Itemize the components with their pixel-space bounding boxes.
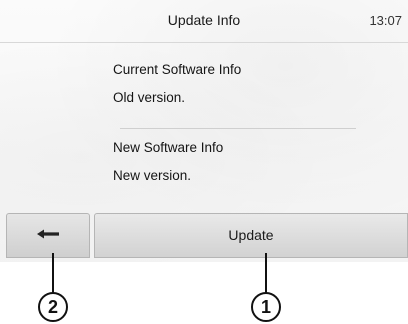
back-arrow-icon [37,229,59,239]
stage: Update Info 13:07 Current Software Info … [0,0,408,324]
page-title: Update Info [167,12,241,28]
current-software-version: Old version. [113,90,186,105]
bottom-bar: Update [0,211,408,262]
callout-1-marker: 1 [251,292,281,322]
current-software-heading: Current Software Info [113,62,242,77]
back-button[interactable] [6,213,90,258]
new-software-heading: New Software Info [113,140,224,155]
callout-2-line [52,253,54,293]
update-info-screen: Update Info 13:07 Current Software Info … [0,0,408,262]
title-bar: Update Info 13:07 [0,0,408,43]
clock: 13:07 [369,13,402,28]
callout-1-line [265,253,267,293]
divider [120,128,356,129]
callout-2-marker: 2 [38,292,68,322]
update-button-label: Update [228,227,274,243]
new-software-version: New version. [113,168,192,183]
update-button[interactable]: Update [94,213,408,258]
